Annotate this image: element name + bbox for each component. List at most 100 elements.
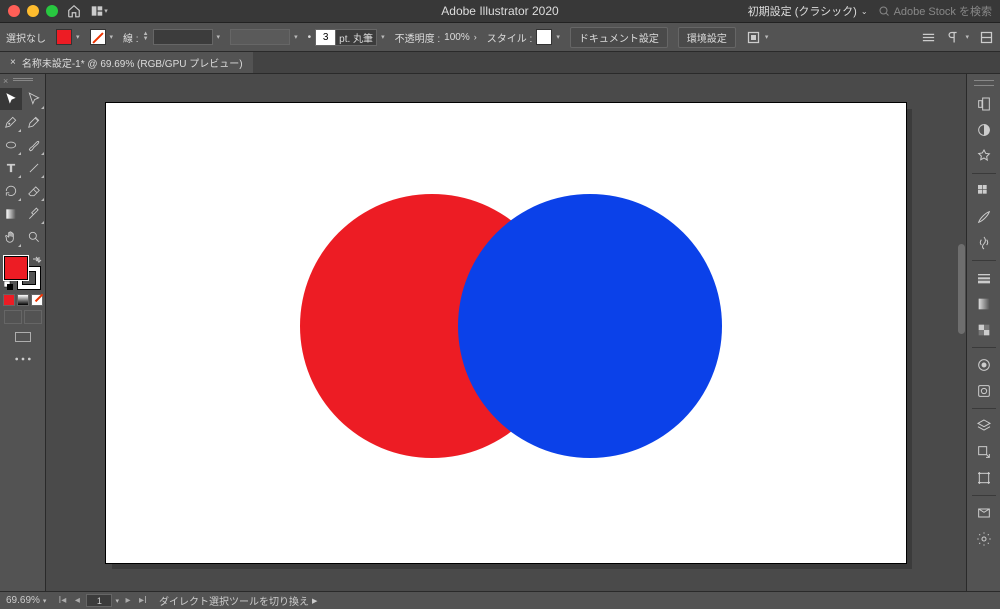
color-mode-none[interactable]: [31, 294, 43, 306]
curvature-tool[interactable]: [23, 111, 45, 133]
color-mode-row: [3, 294, 43, 306]
workspace-switcher[interactable]: 初期設定 (クラシック) ⌄: [748, 3, 868, 19]
asset-export-panel-icon[interactable]: [972, 440, 996, 464]
last-artboard-button[interactable]: ▸I: [137, 595, 149, 607]
essentials-icon[interactable]: [921, 30, 936, 45]
swatches-panel-icon[interactable]: [972, 179, 996, 203]
opacity-value[interactable]: 100%: [444, 32, 470, 43]
eyedropper-tool[interactable]: [23, 203, 45, 225]
zoom-tool[interactable]: [23, 226, 45, 248]
variable-width-profile[interactable]: [230, 29, 290, 45]
document-setup-button[interactable]: ドキュメント設定: [570, 27, 668, 48]
eraser-tool[interactable]: [23, 180, 45, 202]
line-segment-tool[interactable]: [23, 157, 45, 179]
stroke-swatch-group[interactable]: ▾: [90, 29, 114, 45]
stroke-swatch-none[interactable]: [90, 29, 106, 45]
opacity-label: 不透明度 :: [395, 30, 441, 45]
type-tool[interactable]: [0, 157, 22, 179]
status-hint: ダイレクト選択ツールを切り換え: [159, 593, 309, 608]
stroke-weight-input[interactable]: [153, 29, 213, 45]
chevron-down-icon: ▾: [217, 33, 221, 41]
hand-tool[interactable]: [0, 226, 22, 248]
zoom-value: 69.69%: [6, 595, 40, 606]
chevron-down-icon: ▾: [965, 33, 969, 41]
color-panel-icon[interactable]: [972, 118, 996, 142]
fill-stroke-indicator[interactable]: [4, 256, 42, 290]
color-mode-solid[interactable]: [3, 294, 15, 306]
draw-behind[interactable]: [24, 310, 42, 324]
document-tab[interactable]: × 名称未設定-1* @ 69.69% (RGB/GPU プレビュー): [0, 52, 253, 73]
edit-toolbar-button[interactable]: [12, 353, 34, 365]
layers-panel-icon[interactable]: [972, 414, 996, 438]
screen-mode[interactable]: [14, 330, 32, 347]
learn-panel-icon[interactable]: [972, 527, 996, 551]
graphic-style-swatch[interactable]: [536, 29, 552, 45]
graphic-styles-panel-icon[interactable]: [972, 379, 996, 403]
chevron-down-icon: ▾: [381, 33, 385, 41]
default-fill-stroke-icon[interactable]: [4, 281, 14, 291]
artboard[interactable]: [106, 103, 906, 563]
brush-definition[interactable]: 3 pt. 丸筆: [315, 29, 377, 46]
home-icon[interactable]: [65, 2, 83, 20]
align-to-icon[interactable]: ▾: [746, 30, 769, 45]
chevron-down-icon[interactable]: ▾: [115, 597, 119, 605]
paragraph-direction-icon[interactable]: ▾: [946, 30, 969, 45]
transparency-panel-icon[interactable]: [972, 318, 996, 342]
stock-search-placeholder: Adobe Stock を検索: [894, 3, 992, 19]
artboard-number-input[interactable]: 1: [86, 594, 112, 607]
arrange-documents-icon[interactable]: ▾: [90, 2, 108, 20]
fill-swatch[interactable]: [56, 29, 72, 45]
document-tab-label: 名称未設定-1* @ 69.69% (RGB/GPU プレビュー): [22, 55, 243, 70]
swap-fill-stroke-icon[interactable]: [32, 256, 42, 266]
stroke-label: 線 :: [123, 30, 139, 45]
tools-panel: ×: [0, 74, 46, 591]
properties-panel-icon[interactable]: [972, 92, 996, 116]
workspace-preset-label: 初期設定 (クラシック): [748, 3, 857, 19]
stroke-panel-icon[interactable]: [972, 266, 996, 290]
transform-panel-icon[interactable]: [979, 30, 994, 45]
rotate-tool[interactable]: [0, 180, 22, 202]
ellipse-tool[interactable]: [0, 134, 22, 156]
panel-close-icon[interactable]: ×: [3, 76, 8, 86]
direct-selection-tool[interactable]: [23, 88, 45, 110]
circle-blue[interactable]: [458, 194, 722, 458]
vertical-scrollbar[interactable]: [956, 74, 966, 591]
canvas-area[interactable]: [46, 74, 966, 591]
window-minimize-button[interactable]: [27, 5, 39, 17]
status-hint-more-icon[interactable]: ▶: [312, 597, 317, 605]
window-maximize-button[interactable]: [46, 5, 58, 17]
stroke-weight-stepper[interactable]: ▲ ▼: [143, 32, 149, 42]
draw-mode-row: [4, 310, 42, 324]
window-close-button[interactable]: [8, 5, 20, 17]
selection-tool[interactable]: [0, 88, 22, 110]
search-icon: [878, 5, 890, 17]
color-guide-panel-icon[interactable]: [972, 144, 996, 168]
first-artboard-button[interactable]: I◂: [56, 595, 68, 607]
selection-state-label: 選択なし: [6, 30, 46, 45]
stock-search[interactable]: Adobe Stock を検索: [878, 3, 992, 19]
scrollbar-thumb[interactable]: [958, 244, 965, 334]
preferences-button[interactable]: 環境設定: [678, 27, 736, 48]
panel-gripper[interactable]: [974, 80, 994, 86]
fill-indicator[interactable]: [4, 256, 28, 280]
fill-swatch-group[interactable]: ▾: [56, 29, 80, 45]
pen-tool[interactable]: [0, 111, 22, 133]
brush-size-value: 3: [316, 30, 336, 45]
gradient-tool[interactable]: [0, 203, 22, 225]
libraries-panel-icon[interactable]: [972, 501, 996, 525]
next-artboard-button[interactable]: ▸: [122, 595, 134, 607]
paintbrush-tool[interactable]: [23, 134, 45, 156]
brushes-panel-icon[interactable]: [972, 205, 996, 229]
appearance-panel-icon[interactable]: [972, 353, 996, 377]
color-mode-gradient[interactable]: [17, 294, 29, 306]
style-label: スタイル :: [487, 30, 533, 45]
gradient-panel-icon[interactable]: [972, 292, 996, 316]
prev-artboard-button[interactable]: ◂: [71, 595, 83, 607]
opacity-more-icon[interactable]: ›: [474, 32, 477, 42]
symbols-panel-icon[interactable]: [972, 231, 996, 255]
draw-normal[interactable]: [4, 310, 22, 324]
zoom-level[interactable]: 69.69% ▾: [6, 595, 46, 606]
chevron-down-icon: ▾: [110, 33, 114, 41]
artboards-panel-icon[interactable]: [972, 466, 996, 490]
close-tab-icon[interactable]: ×: [10, 57, 16, 68]
